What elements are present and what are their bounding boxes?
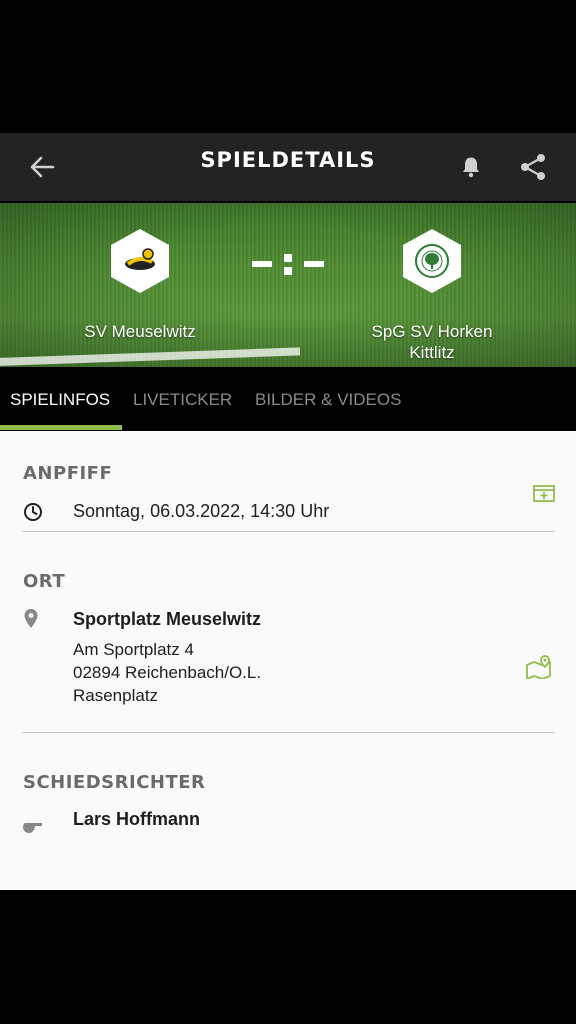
top-app-bar: SPIELDETAILS <box>0 133 576 201</box>
match-info-panel: ANPFIFF Sonntag, 06.03.2022, 14:30 Uhr O… <box>0 431 576 890</box>
divider <box>22 531 555 532</box>
referee-name: Lars Hoffmann <box>73 809 201 829</box>
calendar-add-icon <box>533 485 555 502</box>
home-team[interactable]: SV Meuselwitz <box>60 229 220 342</box>
kickoff-heading: ANPFIFF <box>23 463 113 484</box>
notification-button[interactable] <box>455 147 487 187</box>
divider <box>22 732 555 733</box>
venue-name: Sportplatz Meuselwitz <box>73 609 262 629</box>
home-team-logo <box>111 229 169 293</box>
location-pin-icon <box>22 608 40 630</box>
location-heading: ORT <box>23 571 66 592</box>
clock-icon <box>22 501 44 523</box>
away-team-name: SpG SV Horken Kittlitz <box>371 322 493 362</box>
referee-heading: SCHIEDSRICHTER <box>23 772 206 793</box>
kickoff-datetime: Sonntag, 06.03.2022, 14:30 Uhr <box>73 501 330 521</box>
score-display <box>252 250 324 278</box>
club-crest-icon <box>415 244 449 278</box>
venue-city: 02894 Reichenbach/O.L. <box>73 663 262 682</box>
open-map-button[interactable] <box>525 654 553 680</box>
share-button[interactable] <box>516 147 550 187</box>
away-team-logo <box>403 229 461 293</box>
whistle-icon <box>22 817 44 835</box>
venue-surface: Rasenplatz <box>73 686 159 705</box>
tab-bar: SPIELINFOS LIVETICKER BILDER & VIDEOS <box>0 369 576 431</box>
active-tab-indicator <box>0 425 122 430</box>
club-crest-icon <box>125 248 155 270</box>
venue-street: Am Sportplatz 4 <box>73 640 194 659</box>
tab-bilder-videos[interactable]: BILDER & VIDEOS <box>255 369 401 431</box>
match-header: SV Meuselwitz SpG SV Horken Kittlitz <box>0 203 576 367</box>
share-icon <box>521 154 545 180</box>
bell-icon <box>463 157 479 178</box>
away-team[interactable]: SpG SV Horken Kittlitz <box>350 229 514 363</box>
map-icon <box>526 655 551 679</box>
tab-spielinfos[interactable]: SPIELINFOS <box>10 369 110 431</box>
page-title: SPIELDETAILS <box>200 148 376 172</box>
add-to-calendar-button[interactable] <box>531 482 557 504</box>
home-team-name: SV Meuselwitz <box>84 322 196 341</box>
tab-liveticker[interactable]: LIVETICKER <box>133 369 232 431</box>
